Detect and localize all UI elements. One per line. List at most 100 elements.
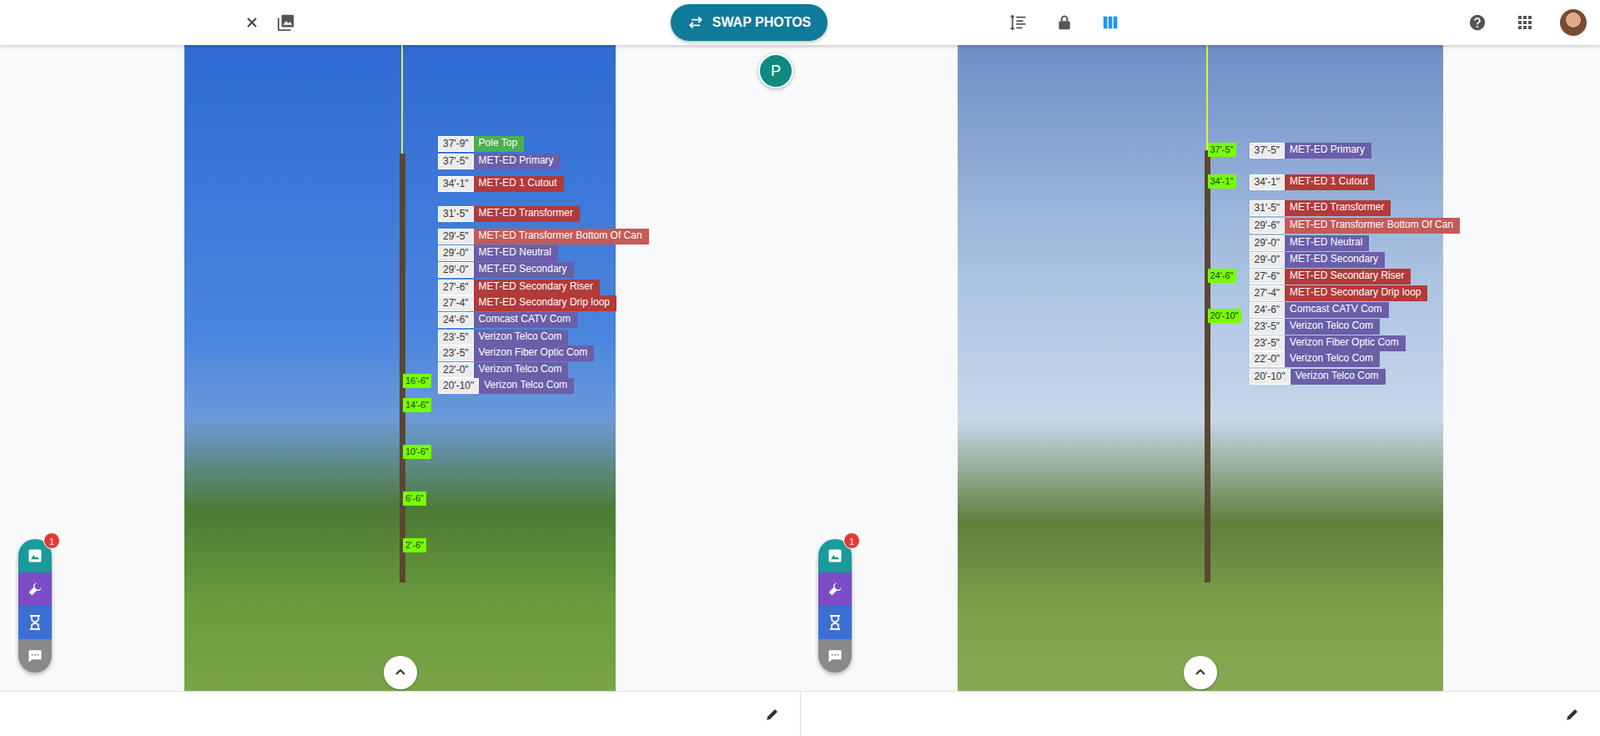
attachment-label[interactable]: 24'-6" Comcast CATV Com — [437, 311, 578, 328]
chevron-up-icon — [394, 666, 407, 679]
attachment-label[interactable]: 23'-5" Verizon Telco Com — [1249, 318, 1380, 335]
top-bar: SWAP PHOTOS — [0, 0, 1600, 46]
attachment-label[interactable]: 22'-0" Verizon Telco Com — [437, 362, 569, 378]
attachment-label[interactable]: 37'-5" MET-ED Primary — [1249, 142, 1373, 159]
close-button[interactable] — [241, 12, 262, 33]
label-height: 27'-6" — [1249, 268, 1286, 285]
label-name: Verizon Telco Com — [473, 362, 569, 378]
attachment-label[interactable]: 29'-5" MET-ED Transformer Bottom Of Can — [437, 228, 650, 245]
lock-button[interactable] — [1052, 10, 1077, 35]
attachment-label[interactable]: 29'-0" MET-ED Neutral — [1249, 235, 1370, 252]
caption-bar — [0, 691, 801, 736]
attachment-label[interactable]: 34'-1" MET-ED 1 Cutout — [437, 176, 564, 192]
ruler-mark[interactable]: 2'-6" — [402, 538, 427, 553]
attachment-label[interactable]: 22'-0" Verizon Telco Com — [1249, 351, 1380, 368]
label-height: 24'-6" — [437, 311, 474, 328]
ruler-mark[interactable]: 10'-6" — [402, 444, 432, 459]
measure-button[interactable] — [18, 605, 52, 639]
label-name: MET-ED Primary — [473, 153, 561, 170]
ruler-mark[interactable]: 34'-1" — [1207, 174, 1237, 189]
photos-button[interactable]: 1 — [818, 538, 852, 573]
attachment-label[interactable]: 29'-0" MET-ED Neutral — [437, 245, 559, 262]
attachment-label[interactable]: 23'-5" Verizon Telco Com — [437, 329, 569, 346]
attachment-label[interactable]: 20'-10" Verizon Telco Com — [1249, 368, 1386, 385]
chat-icon — [826, 647, 844, 665]
label-height: 31'-5" — [1249, 200, 1286, 217]
label-name: MET-ED Secondary Drip loop — [1284, 285, 1428, 302]
attachment-label[interactable]: 23'-5" Verizon Fiber Optic Com — [437, 345, 594, 362]
photos-button[interactable]: 1 — [18, 538, 52, 573]
attachment-label[interactable]: 27'-6" MET-ED Secondary Riser — [1249, 268, 1412, 285]
attachment-label[interactable]: 20'-10" Verizon Telco Com — [437, 377, 574, 394]
apps-button[interactable] — [1513, 10, 1537, 35]
ruler-mark[interactable]: 24'-6" — [1207, 268, 1237, 283]
label-height: 34'-1" — [1249, 174, 1286, 191]
attachment-label[interactable]: 24'-6" Comcast CATV Com — [1249, 301, 1389, 318]
label-height: 29'-0" — [437, 245, 474, 262]
label-name: MET-ED Transformer Bottom Of Can — [1284, 217, 1460, 234]
expand-button[interactable] — [1183, 655, 1218, 690]
attachment-label[interactable]: 29'-6" MET-ED Transformer Bottom Of Can — [1249, 217, 1461, 234]
label-height: 22'-0" — [1249, 351, 1286, 368]
attachment-label[interactable]: 37'-9" Pole Top — [437, 135, 524, 152]
chevron-up-icon — [1194, 666, 1207, 679]
photo-toolbar: 1 — [18, 538, 52, 673]
attachment-label[interactable]: 29'-0" MET-ED Secondary — [437, 261, 574, 278]
hourglass-icon — [27, 613, 43, 631]
label-height: 22'-0" — [437, 362, 474, 378]
label-name: MET-ED Secondary — [473, 261, 574, 278]
user-marker[interactable]: P — [758, 53, 794, 89]
ruler-mark[interactable]: 16'-6" — [402, 373, 432, 388]
pole-photo[interactable]: 37'-9" Pole Top37'-5" MET-ED Primary 34'-… — [184, 45, 616, 691]
swap-photos-button[interactable]: SWAP PHOTOS — [670, 4, 829, 41]
label-name: MET-ED Transformer — [1284, 200, 1391, 217]
comments-button[interactable] — [818, 638, 852, 673]
label-name: Verizon Telco Com — [1284, 351, 1380, 368]
edit-button[interactable] — [761, 703, 784, 725]
ruler-mark[interactable]: 6'-6" — [402, 491, 427, 506]
label-height: 29'-6" — [1249, 217, 1286, 234]
label-height: 27'-4" — [1249, 285, 1286, 302]
help-icon — [1468, 13, 1487, 32]
help-button[interactable] — [1464, 10, 1490, 36]
attachment-label[interactable]: 37'-5" MET-ED Primary — [437, 153, 561, 170]
attachment-label[interactable]: 31'-5" MET-ED Transformer — [1249, 200, 1392, 217]
label-height: 27'-4" — [437, 295, 474, 312]
label-name: Pole Top — [473, 135, 524, 152]
label-name: Verizon Fiber Optic Com — [473, 345, 595, 362]
gallery-button[interactable] — [273, 10, 299, 36]
measure-list-button[interactable] — [1006, 10, 1032, 36]
attachment-label[interactable]: 27'-6" MET-ED Secondary Riser — [437, 279, 600, 296]
label-height: 23'-5" — [437, 329, 474, 346]
ruler-mark[interactable]: 14'-6" — [402, 397, 432, 413]
attachment-label[interactable]: 29'-0" MET-ED Secondary — [1249, 251, 1386, 268]
attachment-label[interactable]: 27'-4" MET-ED Secondary Drip loop — [1249, 285, 1429, 302]
attachment-label[interactable]: 34'-1" MET-ED 1 Cutout — [1249, 174, 1376, 191]
pole-height-line — [401, 45, 403, 154]
chat-icon — [26, 647, 44, 665]
label-name: MET-ED Neutral — [1284, 235, 1369, 252]
attachment-label[interactable]: 31'-5" MET-ED Transformer — [437, 206, 580, 222]
tools-button[interactable] — [18, 572, 52, 606]
ruler-mark[interactable]: 20'-10" — [1207, 308, 1242, 323]
label-name: MET-ED Secondary Riser — [1284, 268, 1411, 285]
expand-button[interactable] — [383, 655, 418, 690]
pole-photo[interactable]: 37'-5" MET-ED Primary 34'-1" MET-ED 1 Cut… — [957, 45, 1444, 691]
edit-button[interactable] — [1561, 703, 1584, 725]
user-avatar[interactable] — [1559, 9, 1587, 36]
columns-view-button[interactable] — [1097, 10, 1123, 36]
comments-button[interactable] — [18, 638, 52, 673]
pencil-icon — [1564, 706, 1580, 722]
ruler-mark[interactable]: 37'-5" — [1207, 142, 1237, 157]
photo-toolbar: 1 — [818, 538, 852, 673]
photo-compare-app: SWAP PHOTOS 37'-9" Pole Top37'-5" MET-ED… — [0, 0, 1600, 736]
photos-count-badge: 1 — [843, 532, 861, 549]
label-name: Verizon Telco Com — [478, 377, 574, 394]
attachment-label[interactable]: 27'-4" MET-ED Secondary Drip loop — [437, 295, 617, 312]
tools-button[interactable] — [818, 572, 852, 606]
label-height: 24'-6" — [1249, 301, 1286, 318]
measure-button[interactable] — [818, 605, 852, 639]
label-name: Verizon Telco Com — [1290, 368, 1386, 385]
attachment-label[interactable]: 23'-5" Verizon Fiber Optic Com — [1249, 335, 1406, 352]
bottom-bar — [0, 690, 1600, 736]
